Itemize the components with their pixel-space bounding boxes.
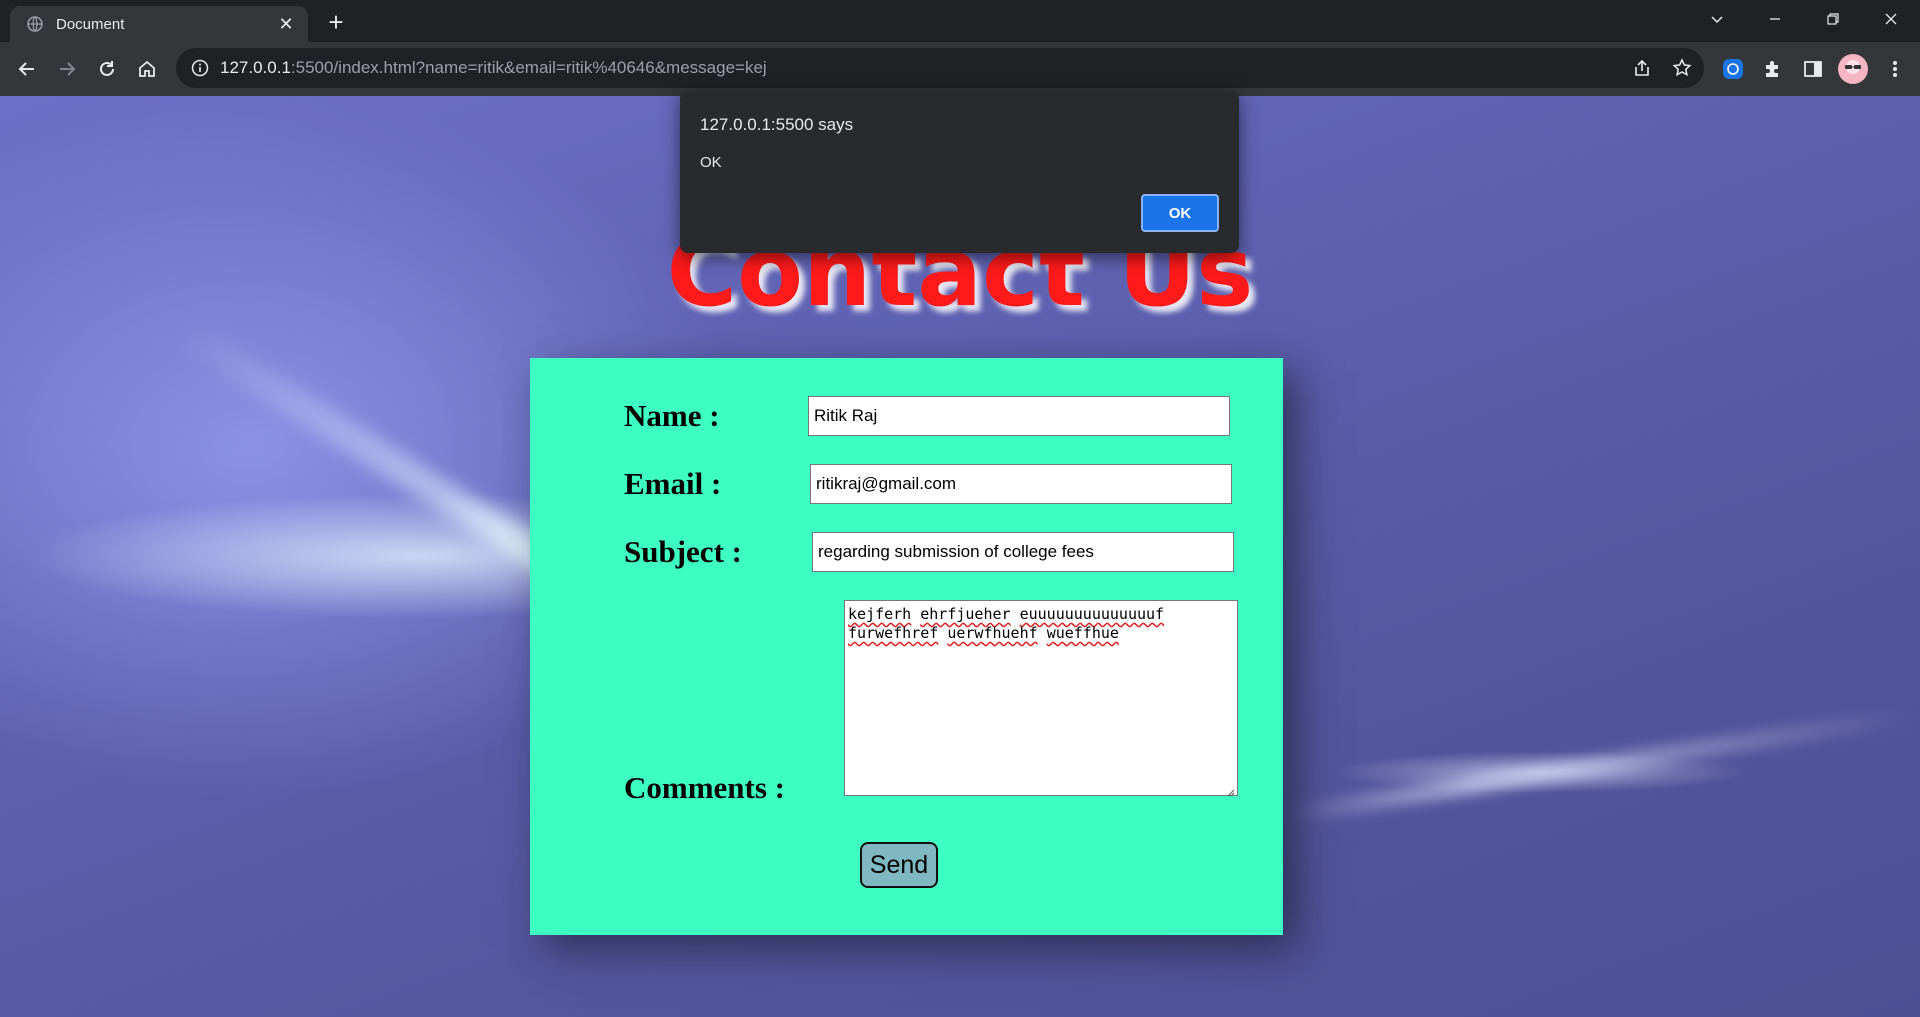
restore-icon[interactable] [1810, 4, 1856, 34]
star-icon[interactable] [1670, 56, 1694, 80]
close-icon[interactable]: ✕ [272, 14, 300, 35]
comments-textarea[interactable]: kejferh ehrfjueher euuuuuuuuuuuuuuf furw… [844, 600, 1238, 797]
back-icon[interactable] [12, 54, 42, 84]
name-field[interactable]: Ritik Raj [808, 396, 1230, 436]
home-icon[interactable] [132, 54, 162, 84]
url-host: 127.0.0.1 [220, 58, 291, 77]
dialog-message: OK [700, 154, 722, 171]
url-text: 127.0.0.1:5500/index.html?name=ritik&ema… [220, 58, 767, 78]
share-icon[interactable] [1630, 56, 1654, 80]
send-button[interactable]: Send [860, 842, 938, 888]
background-light-streak [1282, 706, 1918, 824]
browser-toolbar: 127.0.0.1:5500/index.html?name=ritik&ema… [0, 42, 1920, 96]
extension-icon[interactable] [1718, 54, 1748, 84]
subject-field[interactable]: regarding submission of college fees [812, 532, 1234, 572]
tab-strip: Document ✕ + [0, 0, 1920, 42]
contact-form: Name : Ritik Raj Email : ritikraj@gmail.… [530, 358, 1283, 935]
info-icon[interactable] [188, 56, 212, 80]
email-field[interactable]: ritikraj@gmail.com [810, 464, 1232, 504]
globe-icon [26, 15, 44, 33]
window-close-icon[interactable] [1868, 4, 1914, 34]
minimize-icon[interactable] [1752, 4, 1798, 34]
avatar[interactable] [1838, 54, 1868, 84]
puzzle-icon[interactable] [1758, 54, 1788, 84]
tab-document[interactable]: Document ✕ [10, 6, 308, 42]
resize-grip-icon[interactable] [1225, 783, 1235, 797]
misspelled-word: ehrfjueher [920, 605, 1011, 623]
comments-label: Comments : [624, 770, 785, 805]
address-bar[interactable]: 127.0.0.1:5500/index.html?name=ritik&ema… [176, 48, 1704, 88]
plus-icon[interactable]: + [322, 9, 350, 37]
sidepanel-icon[interactable] [1798, 54, 1828, 84]
email-label: Email : [624, 466, 722, 501]
reload-icon[interactable] [92, 54, 122, 84]
misspelled-word: furwefhref [848, 624, 939, 642]
forward-icon[interactable] [52, 54, 82, 84]
misspelled-word: euuuuuuuuuuuuuuf [1019, 605, 1165, 623]
url-path: :5500/index.html?name=ritik&email=ritik%… [290, 58, 767, 77]
name-label: Name : [624, 398, 720, 433]
misspelled-word: kejferh [848, 605, 912, 623]
alert-dialog: 127.0.0.1:5500 says OK OK [680, 91, 1239, 253]
dialog-title: 127.0.0.1:5500 says [700, 115, 854, 134]
misspelled-word: wueffhue [1046, 624, 1119, 642]
tab-title: Document [56, 15, 125, 33]
misspelled-word: uerwfhuehf [947, 624, 1038, 642]
ok-button[interactable]: OK [1141, 194, 1219, 232]
subject-label: Subject : [624, 534, 742, 569]
chevron-down-icon[interactable] [1694, 4, 1740, 34]
kebab-menu-icon[interactable] [1880, 54, 1910, 84]
